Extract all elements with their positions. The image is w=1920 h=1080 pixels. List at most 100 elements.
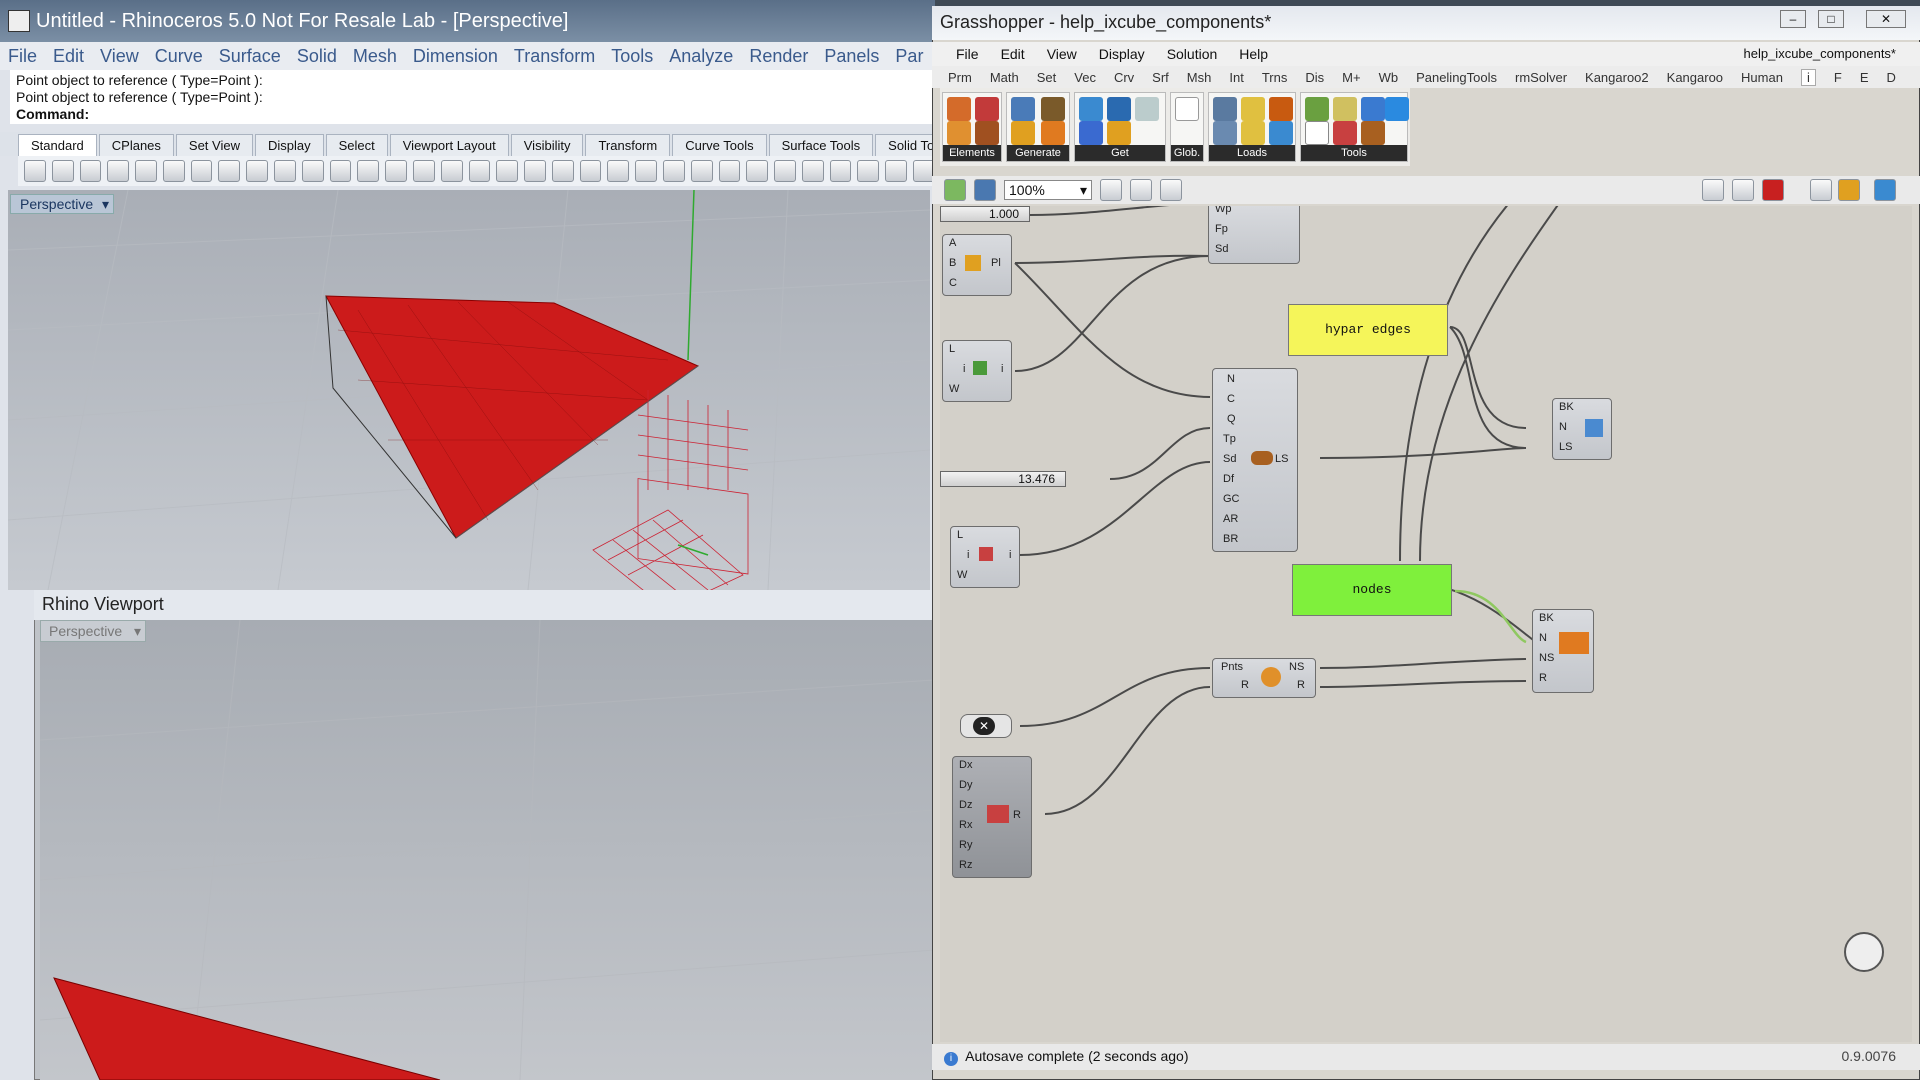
menu-transform[interactable]: Transform	[514, 46, 595, 67]
menu-tools[interactable]: Tools	[611, 46, 653, 67]
gh-tab-human[interactable]: Human	[1741, 70, 1783, 85]
secondary-viewport[interactable]	[40, 620, 934, 1080]
gh-tab-d[interactable]: D	[1886, 70, 1895, 85]
point-icon[interactable]	[551, 160, 574, 182]
load-fork-icon[interactable]	[1241, 121, 1265, 145]
undo-icon[interactable]	[246, 160, 269, 182]
tab-cplanes[interactable]: CPlanes	[98, 134, 174, 156]
gh-tab-srf[interactable]: Srf	[1152, 70, 1169, 85]
chevron-down-icon[interactable]: ▾	[102, 196, 109, 213]
menu-more[interactable]: Par	[895, 46, 923, 67]
paste-icon[interactable]	[190, 160, 213, 182]
node-element-icon[interactable]	[947, 121, 971, 145]
menu-curve[interactable]: Curve	[155, 46, 203, 67]
preview-mode-icon[interactable]	[1702, 179, 1724, 201]
gh-component-hypar[interactable]: N C Q Tp Sd Df GC AR BR LS	[1212, 368, 1298, 552]
cluster-generate-icon[interactable]	[1011, 121, 1035, 145]
zoom-select[interactable]: 100% ▾	[1004, 180, 1092, 200]
load-text-icon[interactable]	[1269, 97, 1293, 121]
command-area[interactable]: Point object to reference ( Type=Point )…	[10, 70, 935, 124]
cut-icon[interactable]	[162, 160, 185, 182]
tool-sheet-icon[interactable]	[1305, 121, 1329, 145]
copy-icon[interactable]	[135, 160, 157, 182]
tab-display[interactable]: Display	[254, 134, 324, 156]
gh-menu-edit[interactable]: Edit	[1001, 46, 1025, 62]
tab-transform[interactable]: Transform	[585, 134, 671, 156]
gh-component-plane[interactable]: A B C Pl	[942, 234, 1012, 296]
zoom-selected-icon[interactable]	[412, 160, 435, 182]
rendered-sphere-icon[interactable]	[774, 160, 796, 182]
gh-tab-f[interactable]: F	[1834, 70, 1842, 85]
wireframe-icon[interactable]	[1732, 179, 1754, 201]
gh-tab-int[interactable]: Int	[1229, 70, 1243, 85]
shell-generate-icon[interactable]	[1041, 121, 1065, 145]
gh-component-toggle[interactable]: ✕	[960, 714, 1012, 738]
stack-element-icon[interactable]	[975, 97, 999, 121]
gh-component-bake-1[interactable]: BK N LS	[1552, 398, 1612, 460]
gh-component-bake-2[interactable]: BK N NS R	[1532, 609, 1594, 693]
menu-dimension[interactable]: Dimension	[413, 46, 498, 67]
gh-menu-solution[interactable]: Solution	[1167, 46, 1218, 62]
save-file-icon[interactable]	[974, 179, 996, 201]
gh-component-points[interactable]: Pnts R NS R	[1212, 658, 1316, 698]
viewport-grid-icon[interactable]	[468, 160, 491, 182]
options-gear-icon[interactable]	[857, 160, 880, 182]
gh-tab-msh[interactable]: Msh	[1187, 70, 1212, 85]
minimize-button[interactable]: –	[1780, 10, 1806, 28]
menu-analyze[interactable]: Analyze	[669, 46, 733, 67]
save-icon[interactable]	[79, 160, 102, 182]
material-preview-icon[interactable]	[1838, 179, 1860, 201]
pan-hand-icon[interactable]	[274, 160, 296, 182]
glob-doc-icon[interactable]	[1175, 97, 1199, 121]
gh-tab-trns[interactable]: Trns	[1262, 70, 1288, 85]
number-slider-1[interactable]: 1.000	[940, 206, 1030, 222]
gumball-preview-icon[interactable]	[1874, 179, 1896, 201]
panel-hypar-edges[interactable]: hypar edges	[1288, 304, 1448, 356]
gh-tab-kangaroo2[interactable]: Kangaroo2	[1585, 70, 1649, 85]
new-icon[interactable]	[24, 160, 46, 182]
load-arrow-icon[interactable]	[1269, 121, 1293, 145]
color-wheel-icon[interactable]	[718, 160, 741, 182]
truss-generate-icon[interactable]	[1041, 97, 1065, 121]
gh-menu-help[interactable]: Help	[1239, 46, 1268, 62]
sports-car-icon[interactable]	[524, 160, 546, 182]
gh-component-forces[interactable]: Wp Fp Sd	[1208, 206, 1300, 264]
gh-component-line-1[interactable]: L i W i	[942, 340, 1012, 402]
number-slider-2[interactable]: 13.476	[940, 471, 1066, 487]
menu-view[interactable]: View	[100, 46, 139, 67]
shaded-sphere-icon[interactable]	[746, 160, 769, 182]
viewport2-label[interactable]: Perspective ▾	[40, 620, 146, 642]
tab-select[interactable]: Select	[325, 134, 388, 156]
tool-pen-icon[interactable]	[1361, 97, 1385, 121]
beam-element-icon[interactable]	[975, 121, 999, 145]
gh-menu-view[interactable]: View	[1047, 46, 1077, 62]
gh-tab-math[interactable]: Math	[990, 70, 1019, 85]
get-cloud-icon[interactable]	[1079, 97, 1103, 121]
menu-mesh[interactable]: Mesh	[353, 46, 397, 67]
tool-flower-icon[interactable]	[1305, 97, 1329, 121]
zoom-window-icon[interactable]	[357, 160, 380, 182]
gh-tab-set[interactable]: Set	[1037, 70, 1057, 85]
gh-widget-icon[interactable]	[1844, 932, 1884, 972]
zoom-extents-icon[interactable]	[1100, 179, 1122, 201]
panel-nodes[interactable]: nodes	[1292, 564, 1452, 616]
gh-tab-vec[interactable]: Vec	[1074, 70, 1096, 85]
gh-tab-crv[interactable]: Crv	[1114, 70, 1134, 85]
undo-view-icon[interactable]	[440, 160, 463, 182]
get-layers-icon[interactable]	[1107, 97, 1131, 121]
snap-icon[interactable]	[607, 160, 630, 182]
chevron-down-icon[interactable]: ▾	[134, 623, 141, 640]
gh-tab-panelingtools[interactable]: PanelingTools	[1416, 70, 1497, 85]
material-icon[interactable]	[690, 160, 713, 182]
get-orange-icon[interactable]	[1107, 121, 1131, 145]
menu-render[interactable]: Render	[749, 46, 808, 67]
gh-tab-e[interactable]: E	[1860, 70, 1869, 85]
tab-curve-tools[interactable]: Curve Tools	[672, 134, 767, 156]
tool-box-icon[interactable]	[1385, 97, 1409, 121]
gumball-icon[interactable]	[885, 160, 907, 182]
sketch-pen-icon[interactable]	[1160, 179, 1182, 201]
gh-tab-kangaroo[interactable]: Kangaroo	[1667, 70, 1723, 85]
light-bulb-icon[interactable]	[635, 160, 657, 182]
preview-eye-icon[interactable]	[1130, 179, 1152, 201]
clipboard-icon[interactable]	[218, 160, 241, 182]
